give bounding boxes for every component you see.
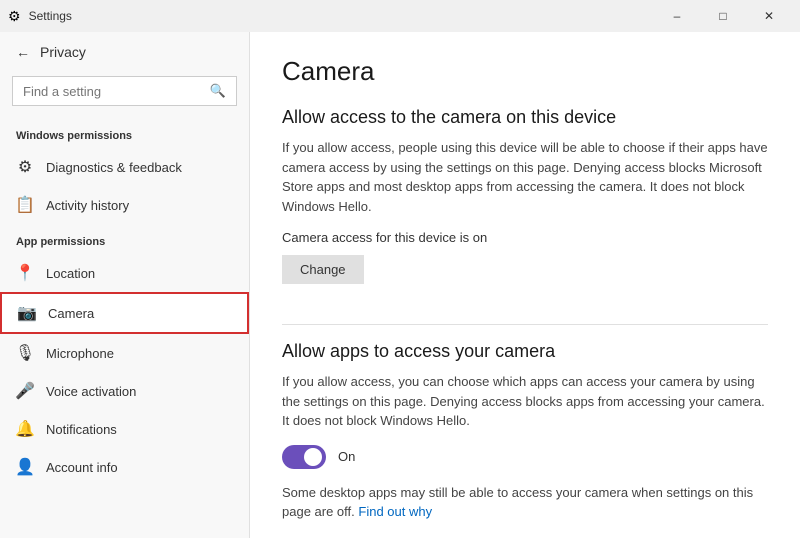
section2-description: If you allow access, you can choose whic…	[282, 372, 768, 431]
settings-icon: ⚙	[8, 8, 21, 25]
section1-title: Allow access to the camera on this devic…	[282, 107, 768, 128]
sidebar-item-location[interactable]: 📍 Location	[0, 254, 249, 292]
account-icon: 👤	[16, 458, 34, 476]
app-permissions-label: App permissions	[0, 224, 249, 254]
camera-toggle-row: On	[282, 445, 768, 469]
sidebar-item-voice[interactable]: 🎤 Voice activation	[0, 372, 249, 410]
windows-permissions-label: Windows permissions	[0, 118, 249, 148]
page-title: Camera	[282, 56, 768, 87]
title-bar-controls: – □ ✕	[654, 0, 792, 32]
sidebar-back-button[interactable]: ← Privacy	[0, 32, 249, 72]
minimize-button[interactable]: –	[654, 0, 700, 32]
sidebar-item-activity[interactable]: 📋 Activity history	[0, 186, 249, 224]
divider-1	[282, 324, 768, 325]
activity-icon: 📋	[16, 196, 34, 214]
sidebar: ← Privacy 🔍 Windows permissions ⚙ Diagno…	[0, 32, 250, 538]
microphone-icon: 🎙	[16, 344, 34, 362]
sidebar-item-activity-label: Activity history	[46, 198, 129, 213]
sidebar-item-account[interactable]: 👤 Account info	[0, 448, 249, 486]
change-button[interactable]: Change	[282, 255, 364, 284]
desktop-apps-note: Some desktop apps may still be able to a…	[282, 483, 768, 522]
note-text-content: Some desktop apps may still be able to a…	[282, 485, 753, 520]
sidebar-item-account-label: Account info	[46, 460, 118, 475]
sidebar-home-label: Privacy	[40, 44, 86, 60]
back-icon: ←	[16, 44, 30, 60]
camera-access-status: Camera access for this device is on	[282, 230, 768, 245]
sidebar-item-diagnostics[interactable]: ⚙ Diagnostics & feedback	[0, 148, 249, 186]
sidebar-item-camera[interactable]: 📷 Camera	[0, 292, 249, 334]
section2-title: Allow apps to access your camera	[282, 341, 768, 362]
search-icon: 🔍	[210, 83, 226, 99]
sidebar-item-diagnostics-label: Diagnostics & feedback	[46, 160, 182, 175]
title-bar-left: ⚙ Settings	[8, 8, 72, 25]
maximize-button[interactable]: □	[700, 0, 746, 32]
location-icon: 📍	[16, 264, 34, 282]
search-input[interactable]	[23, 84, 202, 99]
close-button[interactable]: ✕	[746, 0, 792, 32]
notifications-icon: 🔔	[16, 420, 34, 438]
sidebar-item-notifications[interactable]: 🔔 Notifications	[0, 410, 249, 448]
sidebar-item-voice-label: Voice activation	[46, 384, 136, 399]
app-container: ← Privacy 🔍 Windows permissions ⚙ Diagno…	[0, 32, 800, 538]
title-bar-title: Settings	[29, 9, 72, 23]
find-out-why-link[interactable]: Find out why	[358, 504, 432, 519]
sidebar-item-microphone[interactable]: 🎙 Microphone	[0, 334, 249, 372]
sidebar-item-microphone-label: Microphone	[46, 346, 114, 361]
sidebar-search-box[interactable]: 🔍	[12, 76, 237, 106]
sidebar-item-location-label: Location	[46, 266, 95, 281]
toggle-knob	[304, 448, 322, 466]
title-bar: ⚙ Settings – □ ✕	[0, 0, 800, 32]
diagnostics-icon: ⚙	[16, 158, 34, 176]
toggle-label: On	[338, 449, 355, 464]
section1-description: If you allow access, people using this d…	[282, 138, 768, 216]
sidebar-item-notifications-label: Notifications	[46, 422, 117, 437]
camera-toggle[interactable]	[282, 445, 326, 469]
sidebar-item-camera-label: Camera	[48, 306, 94, 321]
main-panel: Camera Allow access to the camera on thi…	[250, 32, 800, 538]
voice-icon: 🎤	[16, 382, 34, 400]
camera-icon: 📷	[18, 304, 36, 322]
